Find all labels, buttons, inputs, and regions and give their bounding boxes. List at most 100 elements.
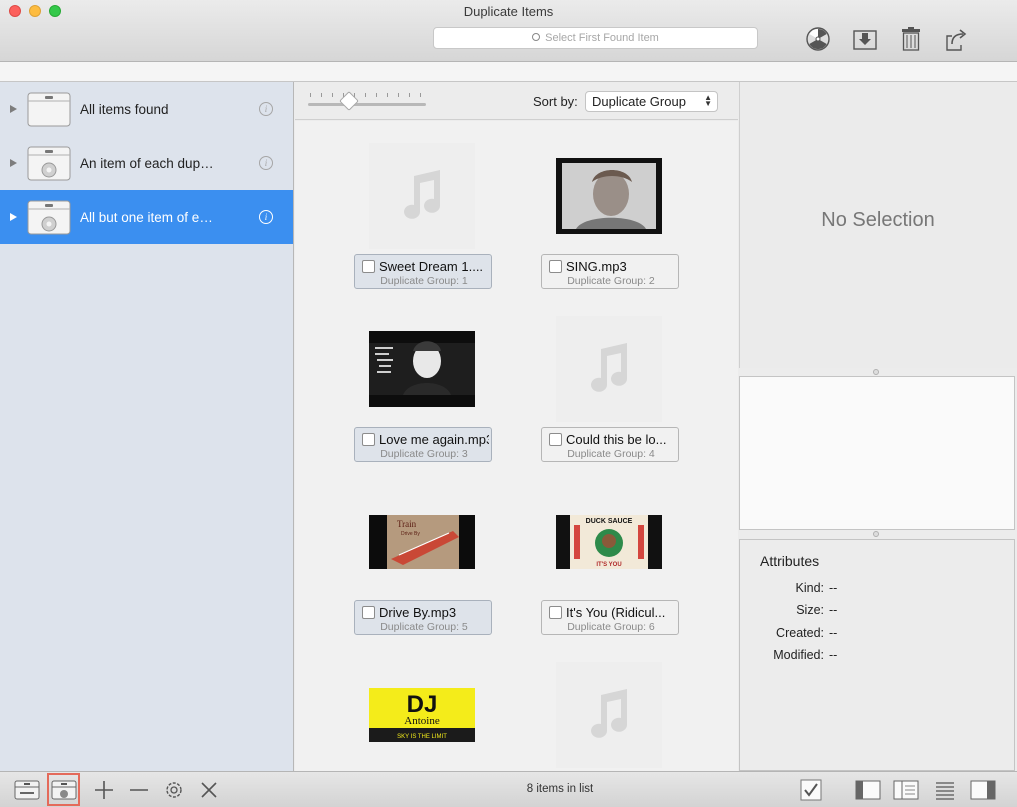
toggle-sidebar-button[interactable] <box>855 777 881 803</box>
item-card[interactable]: Drive By.mp3 Duplicate Group: 5 <box>354 600 492 635</box>
attribute-value: -- <box>829 626 838 640</box>
album-art: DUCK SAUCE IT'S YOU <box>556 489 662 595</box>
disclosure-triangle-icon[interactable] <box>10 105 17 113</box>
grid-item[interactable]: SING.mp3 Duplicate Group: 2 <box>541 143 681 303</box>
list-icon <box>936 782 954 800</box>
share-icon <box>946 29 967 51</box>
attribute-value: -- <box>829 603 838 617</box>
item-checkbox[interactable] <box>362 433 375 446</box>
download-tray-icon <box>853 30 877 50</box>
album-art: Train Drive By <box>369 489 475 595</box>
item-name: Could this be lo... <box>566 432 667 447</box>
detail-box <box>739 376 1015 530</box>
sidebar: All items found i An item of each dup… i… <box>0 82 294 771</box>
radiation-button[interactable] <box>804 25 832 53</box>
sidebar-item-label: All but one item of e… <box>80 209 213 225</box>
album-art <box>556 143 662 249</box>
bw-photo-image <box>369 331 475 407</box>
trash-icon <box>902 27 920 51</box>
toggle-columns-button[interactable] <box>893 777 919 803</box>
disclosure-triangle-icon[interactable] <box>10 213 17 221</box>
item-name: It's You (Ridicul... <box>566 605 666 620</box>
sidebar-item-all-items[interactable]: All items found i <box>0 82 293 136</box>
attribute-key: Modified: <box>773 648 824 662</box>
grid-item[interactable]: DUCK SAUCE IT'S YOU It's You (Ridicul...… <box>541 489 681 649</box>
sort-value: Duplicate Group <box>592 94 686 109</box>
attribute-key: Kind: <box>795 581 825 595</box>
grid-item[interactable]: Train Drive By Drive By.mp3 Duplicate Gr… <box>354 489 494 649</box>
slider-tick <box>387 93 388 97</box>
splitter[interactable] <box>739 368 1017 376</box>
album-text: IT'S YOU <box>596 562 621 568</box>
item-group: Duplicate Group: 2 <box>567 275 655 287</box>
slider-tick <box>376 93 377 97</box>
drawer-icon <box>27 92 71 127</box>
info-icon[interactable]: i <box>259 102 273 116</box>
item-card[interactable]: Could this be lo... Duplicate Group: 4 <box>541 427 679 462</box>
item-checkbox[interactable] <box>549 260 562 273</box>
sort-select[interactable]: Duplicate Group ▲ ▼ <box>585 91 718 112</box>
item-card[interactable]: Love me again.mp3 Duplicate Group: 3 <box>354 427 492 462</box>
sidebar-item-all-but-one[interactable]: All but one item of e… i <box>0 190 293 244</box>
slider-track[interactable] <box>308 103 426 106</box>
item-checkbox[interactable] <box>362 260 375 273</box>
trash-button[interactable] <box>897 25 925 53</box>
check-button[interactable] <box>798 777 824 803</box>
slider-tick <box>420 93 421 97</box>
grid-item[interactable] <box>541 662 681 771</box>
item-grid: Sweet Dream 1.... Duplicate Group: 1 SIN… <box>295 121 738 771</box>
item-name: Drive By.mp3 <box>379 605 457 620</box>
checkbox-checked-icon <box>800 779 822 801</box>
grid-item[interactable]: Sweet Dream 1.... Duplicate Group: 1 <box>354 143 494 303</box>
item-card[interactable]: It's You (Ridicul... Duplicate Group: 6 <box>541 600 679 635</box>
info-icon[interactable]: i <box>259 156 273 170</box>
splitter-handle[interactable] <box>873 531 879 537</box>
browser-header: Sort by: Duplicate Group ▲ ▼ <box>295 82 738 120</box>
album-art <box>369 316 475 422</box>
attribute-value: -- <box>829 581 838 595</box>
attribute-key: Created: <box>776 626 824 640</box>
album-art: DJ Antoine SKY IS THE LIMIT <box>369 662 475 768</box>
drawer-gear-icon <box>27 146 71 181</box>
window-toolbar: Duplicate Items Select First Found Item <box>0 0 1017 62</box>
bottom-bar: 8 items in list <box>0 771 1017 807</box>
attributes-title: Attributes <box>760 553 820 569</box>
item-group: Duplicate Group: 4 <box>567 448 655 460</box>
music-note-icon <box>556 662 662 768</box>
search-icon <box>532 33 541 41</box>
disclosure-triangle-icon[interactable] <box>10 159 17 167</box>
music-note-icon <box>369 143 475 249</box>
window-title: Duplicate Items <box>463 4 554 19</box>
move-to-folder-button[interactable] <box>851 25 879 53</box>
sidebar-item-label: All items found <box>80 101 169 117</box>
sidebar-item-one-of-each[interactable]: An item of each dup… i <box>0 136 293 190</box>
train-album-image: Train Drive By <box>369 515 475 569</box>
item-checkbox[interactable] <box>362 606 375 619</box>
toggle-inspector-button[interactable] <box>970 777 996 803</box>
list-view-button[interactable] <box>932 777 958 803</box>
slider-tick <box>365 93 366 97</box>
sidebar-item-label: An item of each dup… <box>80 155 214 171</box>
item-name: SING.mp3 <box>566 259 627 274</box>
grid-item[interactable]: Love me again.mp3 Duplicate Group: 3 <box>354 316 494 476</box>
item-checkbox[interactable] <box>549 433 562 446</box>
select-arrows-icon: ▲ ▼ <box>704 93 712 108</box>
item-card[interactable]: Sweet Dream 1.... Duplicate Group: 1 <box>354 254 492 289</box>
item-card[interactable]: SING.mp3 Duplicate Group: 2 <box>541 254 679 289</box>
album-text: DJ <box>407 691 438 718</box>
slider-tick <box>332 93 333 97</box>
slider-tick <box>409 93 410 97</box>
share-button[interactable] <box>942 25 970 53</box>
info-icon[interactable]: i <box>259 210 273 224</box>
search-field[interactable]: Select First Found Item <box>433 27 758 49</box>
portrait-photo-image <box>556 158 662 234</box>
item-name: Love me again.mp3 <box>379 432 489 447</box>
grid-item[interactable]: DJ Antoine SKY IS THE LIMIT <box>354 662 494 771</box>
attribute-key: Size: <box>796 603 824 617</box>
slider-tick <box>321 93 322 97</box>
album-text: SKY IS THE LIMIT <box>397 734 447 740</box>
splitter[interactable] <box>739 530 1017 539</box>
splitter-handle[interactable] <box>873 369 879 375</box>
grid-item[interactable]: Could this be lo... Duplicate Group: 4 <box>541 316 681 476</box>
item-checkbox[interactable] <box>549 606 562 619</box>
